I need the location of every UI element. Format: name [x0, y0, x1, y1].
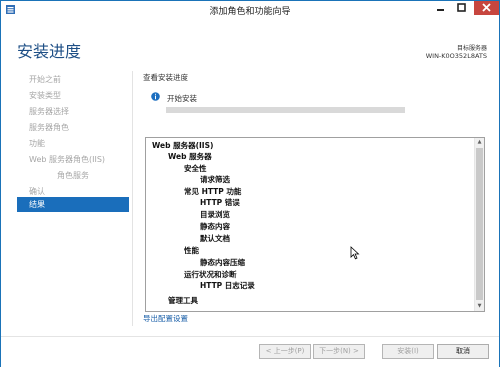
- info-icon: [151, 92, 160, 101]
- mouse-cursor-icon: [350, 246, 360, 260]
- next-button[interactable]: 下一步(N) >: [313, 344, 365, 359]
- install-progress-bar: [166, 107, 405, 113]
- tree-item-http-logging: HTTP 日志记录: [200, 281, 255, 290]
- previous-button[interactable]: < 上一步(P): [259, 344, 311, 359]
- tree-item-directory-browsing: 目录浏览: [200, 210, 230, 219]
- tree-item-request-filtering: 请求筛选: [200, 175, 230, 184]
- window-title: 添加角色和功能向导: [209, 7, 291, 17]
- tree-item-security: 安全性: [184, 164, 207, 173]
- tree-item-http-errors: HTTP 错误: [200, 198, 240, 207]
- minimize-icon: [437, 9, 444, 11]
- maximize-icon: [457, 3, 466, 12]
- nav-server-selection[interactable]: 服务器选择: [17, 104, 129, 119]
- close-icon: [482, 3, 491, 12]
- tree-item-performance: 性能: [184, 246, 199, 255]
- maximize-button[interactable]: [452, 1, 471, 14]
- nav-installation-type[interactable]: 安装类型: [17, 88, 129, 103]
- wizard-header: 安装进度 目标服务器 WIN-K0O352L8ATS: [1, 18, 499, 68]
- export-config-link[interactable]: 导出配置设置: [143, 313, 188, 324]
- tree-item-static-content: 静态内容: [200, 222, 230, 231]
- target-server-label: 目标服务器: [456, 45, 487, 52]
- nav-server-roles[interactable]: 服务器角色: [17, 120, 129, 135]
- close-button[interactable]: [474, 1, 499, 15]
- scroll-down-icon[interactable]: ▼: [475, 302, 484, 311]
- install-status-text: 开始安装: [167, 94, 197, 103]
- nav-before-you-begin[interactable]: 开始之前: [17, 72, 129, 87]
- wizard-steps-nav: 开始之前 安装类型 服务器选择 服务器角色 功能 Web 服务器角色(IIS) …: [1, 68, 131, 338]
- scroll-up-icon[interactable]: ▲: [475, 138, 484, 147]
- tree-item-common-http: 常见 HTTP 功能: [184, 187, 242, 196]
- nav-features[interactable]: 功能: [17, 136, 129, 151]
- nav-results[interactable]: 结果: [17, 197, 129, 212]
- tree-item-default-document: 默认文档: [200, 234, 230, 243]
- page-title: 安装进度: [17, 42, 82, 61]
- sidebar-divider: [132, 71, 133, 326]
- tree-item-management-tools: 管理工具: [168, 296, 198, 305]
- cancel-button[interactable]: 取消: [437, 344, 489, 359]
- wizard-footer: < 上一步(P) 下一步(N) > 安装(I) 取消: [1, 336, 499, 367]
- nav-web-server-role[interactable]: Web 服务器角色(IIS): [17, 152, 129, 167]
- tree-item-static-compression: 静态内容压缩: [200, 258, 245, 267]
- results-list: Web 服务器(IIS) Web 服务器 安全性 请求筛选 常见 HTTP 功能…: [145, 137, 485, 312]
- tree-item-iis: Web 服务器(IIS): [152, 141, 214, 150]
- minimize-button[interactable]: [431, 1, 450, 14]
- wizard-window: 添加角色和功能向导 安装进度 目标服务器 WIN-K0O352L8ATS 开始之…: [0, 0, 500, 367]
- install-button[interactable]: 安装(I): [382, 344, 434, 359]
- main-content: 查看安装进度 开始安装 Web 服务器(IIS) Web 服务器 安全性 请求筛…: [141, 68, 491, 338]
- tree-item-health-diagnostics: 运行状况和诊断: [184, 270, 237, 279]
- target-server-name: WIN-K0O352L8ATS: [425, 52, 487, 60]
- nav-role-services[interactable]: 角色服务: [17, 168, 129, 183]
- scroll-thumb[interactable]: [476, 148, 483, 300]
- tree-item-web-server: Web 服务器: [168, 152, 212, 161]
- title-bar: 添加角色和功能向导: [1, 1, 499, 18]
- view-progress-label: 查看安装进度: [143, 73, 188, 82]
- results-scrollbar[interactable]: ▲ ▼: [474, 138, 484, 311]
